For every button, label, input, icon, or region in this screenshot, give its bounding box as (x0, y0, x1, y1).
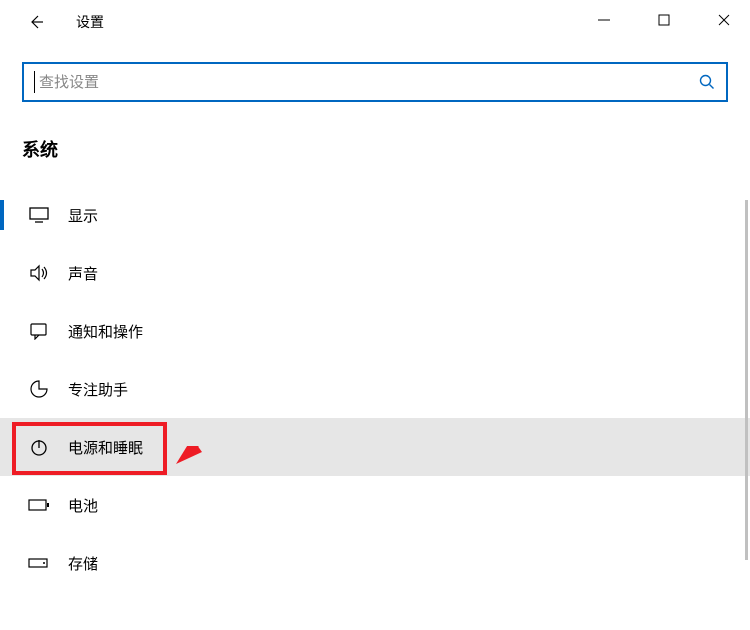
display-icon (28, 204, 50, 226)
nav-item-power[interactable]: 电源和睡眠 (0, 418, 750, 476)
nav-item-notifications[interactable]: 通知和操作 (0, 302, 750, 360)
close-icon (717, 13, 731, 27)
back-button[interactable] (18, 4, 54, 40)
nav-label: 声音 (68, 263, 98, 284)
storage-icon (28, 552, 50, 574)
focus-icon (28, 378, 50, 400)
search-box[interactable] (22, 62, 728, 102)
notification-icon (28, 320, 50, 342)
nav-item-storage[interactable]: 存储 (0, 534, 750, 592)
battery-icon (28, 494, 50, 516)
nav-item-display[interactable]: 显示 (0, 186, 750, 244)
nav-label: 电池 (68, 495, 98, 516)
search-input[interactable] (39, 74, 698, 91)
close-button[interactable] (706, 6, 742, 34)
minimize-icon (597, 13, 611, 27)
nav-label: 存储 (68, 553, 98, 574)
nav-item-battery[interactable]: 电池 (0, 476, 750, 534)
nav-item-focus[interactable]: 专注助手 (0, 360, 750, 418)
sound-icon (28, 262, 50, 284)
nav-label: 电源和睡眠 (68, 437, 143, 458)
nav-item-sound[interactable]: 声音 (0, 244, 750, 302)
section-title: 系统 (22, 136, 728, 162)
window-title: 设置 (76, 12, 104, 32)
maximize-icon (658, 14, 670, 26)
nav-label: 显示 (68, 205, 98, 226)
minimize-button[interactable] (586, 6, 622, 34)
text-cursor (34, 71, 35, 93)
nav-label: 通知和操作 (68, 321, 143, 342)
maximize-button[interactable] (646, 6, 682, 34)
scrollbar[interactable] (745, 200, 748, 560)
power-icon (28, 436, 50, 458)
search-icon (698, 73, 716, 91)
back-arrow-icon (27, 13, 45, 31)
nav-label: 专注助手 (68, 379, 128, 400)
